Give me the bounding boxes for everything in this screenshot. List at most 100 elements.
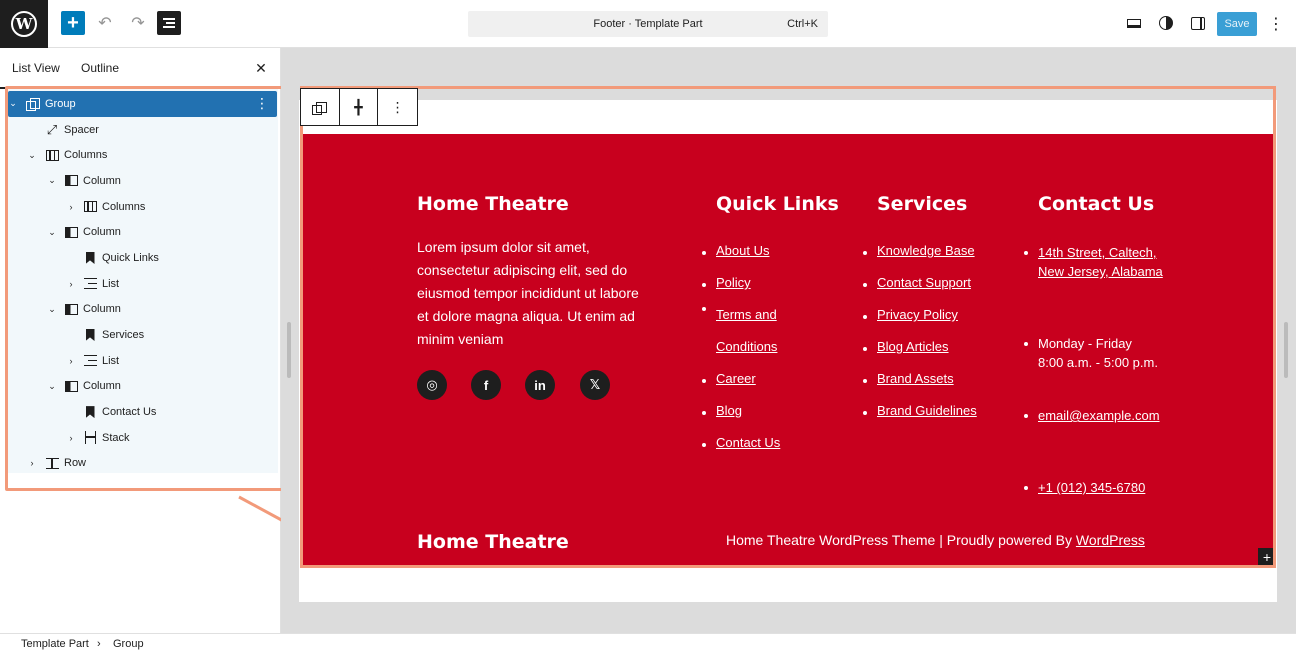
facebook-icon[interactable]: f (471, 370, 501, 400)
column-icon (64, 302, 78, 316)
services-heading[interactable]: Services (877, 193, 967, 215)
footer-bottom-title[interactable]: Home Theatre (417, 531, 569, 553)
styles-button[interactable] (1155, 12, 1177, 34)
resize-handle-right[interactable] (1284, 322, 1288, 378)
block-type-button[interactable] (301, 89, 340, 125)
footer-about-text[interactable]: Lorem ipsum dolor sit amet, consectetur … (417, 236, 645, 351)
tree-item-column[interactable]: ⌄ Column (8, 219, 277, 245)
chevron-right-icon[interactable]: › (27, 458, 37, 468)
chevron-down-icon[interactable]: ⌄ (27, 150, 37, 161)
chevron-right-icon[interactable]: › (66, 356, 76, 366)
resize-handle-left[interactable] (287, 322, 291, 378)
tree-item-spacer[interactable]: ⤢ Spacer (8, 117, 277, 143)
contact-heading[interactable]: Contact Us (1038, 193, 1154, 215)
chevron-down-icon[interactable]: ⌄ (8, 98, 18, 109)
tree-item-label: Spacer (64, 123, 99, 136)
block-toolbar: ╋ ⋮ (300, 88, 418, 126)
list-icon (83, 354, 97, 368)
link[interactable]: Blog Articles (877, 339, 949, 354)
tree-item-list[interactable]: › List (8, 271, 277, 297)
link[interactable]: Blog (716, 403, 742, 418)
block-options-button[interactable]: ⋮ (378, 89, 417, 125)
tree-item-group[interactable]: ⌄ Group ⋮ (8, 91, 277, 117)
hours-time: 8:00 a.m. - 5:00 p.m. (1038, 355, 1158, 370)
quick-links-heading[interactable]: Quick Links (716, 193, 839, 215)
chevron-down-icon[interactable]: ⌄ (47, 175, 57, 186)
chevron-right-icon[interactable]: › (66, 202, 76, 212)
add-block-button[interactable]: + (61, 11, 85, 35)
address-link[interactable]: 14th Street, Caltech, New Jersey, Alabam… (1038, 245, 1163, 279)
tree-item-column[interactable]: ⌄ Column (8, 168, 277, 194)
copyright-text[interactable]: Home Theatre WordPress Theme | Proudly p… (726, 532, 1145, 548)
link[interactable]: Career (716, 371, 756, 386)
tree-item-heading[interactable]: Quick Links (8, 245, 277, 271)
contact-stack[interactable]: 14th Street, Caltech, New Jersey, Alabam… (1024, 243, 1164, 497)
undo-button[interactable]: ↶ (93, 11, 117, 35)
tree-item-heading[interactable]: Contact Us (8, 399, 277, 425)
device-preview-button[interactable] (1123, 12, 1145, 34)
tree-item-columns[interactable]: › Columns (8, 194, 277, 220)
wordpress-icon: W (11, 11, 37, 37)
chevron-right-icon[interactable]: › (66, 279, 76, 289)
link[interactable]: Knowledge Base (877, 243, 975, 258)
desktop-icon (1127, 18, 1141, 28)
x-icon[interactable]: 𝕏 (580, 370, 610, 400)
link[interactable]: Brand Assets (877, 371, 954, 386)
email-link[interactable]: email@example.com (1038, 408, 1160, 423)
add-block-inline-button[interactable]: + (1258, 548, 1276, 566)
list-item: Brand Guidelines (863, 403, 1007, 435)
tree-item-label: List (102, 277, 120, 290)
chevron-right-icon[interactable]: › (66, 433, 76, 443)
tab-outline[interactable]: Outline (81, 48, 119, 88)
tree-item-columns[interactable]: ⌄ Columns (8, 142, 277, 168)
list-item: Contact Us (702, 435, 816, 467)
link[interactable]: Brand Guidelines (877, 403, 977, 418)
tree-item-column[interactable]: ⌄ Column (8, 374, 277, 400)
link[interactable]: Contact Us (716, 435, 780, 450)
wordpress-logo-button[interactable]: W (0, 0, 48, 48)
quick-links-list[interactable]: About Us Policy Terms and Conditions Car… (702, 243, 816, 467)
list-item: Brand Assets (863, 371, 1007, 403)
services-list[interactable]: Knowledge Base Contact Support Privacy P… (863, 243, 1007, 435)
footer-brand-title[interactable]: Home Theatre (417, 193, 569, 215)
tree-item-label: Stack (102, 431, 130, 444)
close-icon: ✕ (255, 59, 267, 76)
column-icon (64, 174, 78, 188)
list-view-toggle-button[interactable] (157, 11, 181, 35)
chevron-down-icon[interactable]: ⌄ (47, 227, 57, 238)
list-item: Terms and Conditions (702, 299, 816, 363)
command-shortcut: Ctrl+K (787, 18, 818, 30)
options-menu-button[interactable]: ⋮ (1268, 12, 1284, 36)
linkedin-icon[interactable]: in (525, 370, 555, 400)
list-item: Contact Support (863, 275, 1007, 307)
tab-list-view[interactable]: List View (0, 48, 72, 89)
link[interactable]: Privacy Policy (877, 307, 958, 322)
redo-button[interactable]: ↷ (126, 11, 150, 35)
tree-item-column[interactable]: ⌄ Column (8, 297, 277, 323)
link[interactable]: Contact Support (877, 275, 971, 290)
save-button[interactable]: Save (1217, 12, 1257, 36)
list-item: About Us (702, 243, 816, 275)
link[interactable]: Terms and Conditions (716, 307, 777, 354)
link[interactable]: About Us (716, 243, 769, 258)
wordpress-link[interactable]: WordPress (1076, 532, 1145, 548)
more-vertical-icon[interactable]: ⋮ (255, 95, 269, 112)
block-tree: ⌄ Group ⋮ ⤢ Spacer ⌄ Columns ⌄ Column › … (8, 91, 277, 476)
tree-item-stack[interactable]: › Stack (8, 425, 277, 451)
close-sidebar-button[interactable]: ✕ (253, 58, 269, 78)
chevron-down-icon[interactable]: ⌄ (47, 381, 57, 392)
phone-link[interactable]: +1 (012) 345-6780 (1038, 480, 1145, 495)
group-icon (312, 101, 328, 115)
tree-item-heading[interactable]: Services (8, 322, 277, 348)
settings-button[interactable] (1187, 12, 1209, 34)
link[interactable]: Policy (716, 275, 751, 290)
command-palette-bar[interactable]: Footer · Template Part Ctrl+K (468, 11, 828, 37)
tree-item-label: Columns (102, 200, 146, 213)
tree-item-label: Services (102, 329, 145, 342)
instagram-icon[interactable]: ◎ (417, 370, 447, 400)
breadcrumb-template-part[interactable]: Template Part (21, 638, 89, 650)
align-button[interactable]: ╋ (340, 89, 379, 125)
chevron-down-icon[interactable]: ⌄ (47, 304, 57, 315)
tree-item-list[interactable]: › List (8, 348, 277, 374)
tree-item-row[interactable]: › Row (8, 451, 277, 477)
